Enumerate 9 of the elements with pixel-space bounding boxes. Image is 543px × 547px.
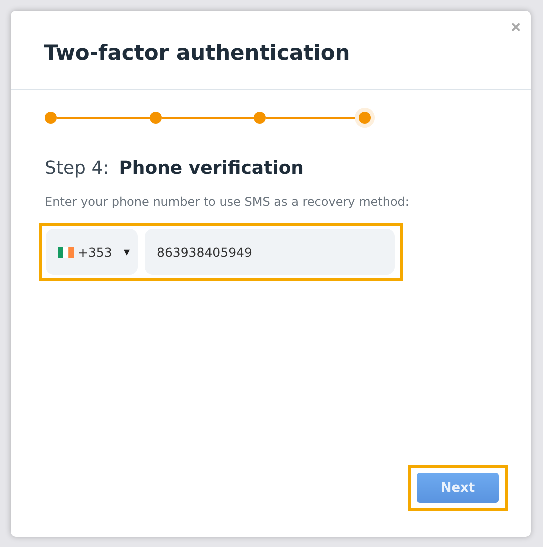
instruction-text: Enter your phone number to use SMS as a recovery method: [45, 195, 410, 209]
step-number: Step 4: [45, 158, 110, 179]
caret-icon: ▾ [124, 245, 130, 259]
country-code: +353 [78, 244, 114, 260]
step-title: Phone verification [119, 158, 304, 179]
phone-number-field[interactable]: 863938405949 [145, 229, 395, 275]
dialog-title: Two-factor authentication [44, 41, 350, 65]
flag-icon [58, 246, 74, 258]
country-code-dropdown[interactable]: +353 ▾ [46, 229, 138, 275]
